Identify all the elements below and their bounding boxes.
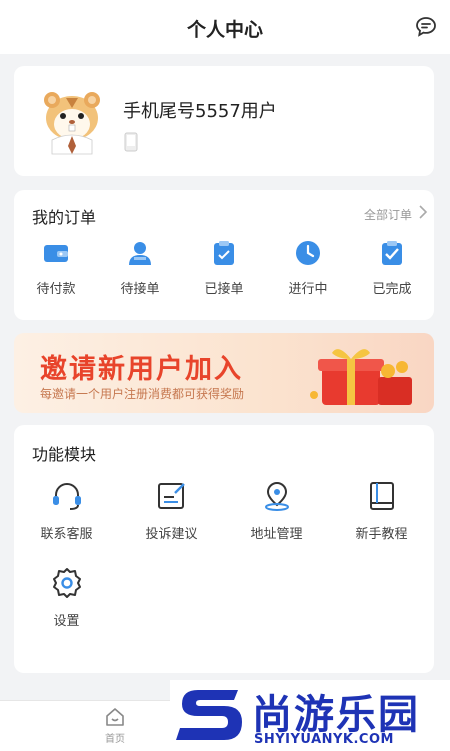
- book-icon: [369, 482, 394, 510]
- banner-subtitle: 每邀请一个用户注册消费都可获得奖励: [40, 387, 245, 401]
- order-label: 待付款: [36, 282, 76, 297]
- wallet-icon: [44, 245, 68, 262]
- headset-icon: [52, 483, 81, 510]
- top-header: 个人中心: [0, 0, 450, 54]
- chevron-right-icon[interactable]: [418, 204, 428, 220]
- home-icon: [106, 708, 124, 726]
- module-label: 地址管理: [250, 527, 303, 542]
- location-pin-icon: [264, 481, 289, 511]
- order-label: 待接单: [120, 282, 160, 297]
- modules-title: 功能模块: [32, 445, 97, 464]
- gear-icon: [52, 568, 81, 598]
- username: 手机尾号5557用户: [123, 101, 277, 122]
- order-label: 已接单: [204, 282, 244, 297]
- check-clipboard-icon: [382, 241, 402, 265]
- tab-home[interactable]: 首页: [95, 706, 135, 745]
- phone-icon: [124, 132, 138, 152]
- hamster-avatar[interactable]: [38, 86, 106, 156]
- module-label: 联系客服: [40, 527, 93, 542]
- banner-title: 邀请新用户加入: [40, 354, 243, 385]
- module-label: 新手教程: [355, 527, 408, 542]
- order-pending-payment[interactable]: 待付款: [14, 238, 98, 297]
- module-address[interactable]: 地址管理: [224, 479, 329, 542]
- order-label: 已完成: [372, 282, 412, 297]
- order-accepted[interactable]: 已接单: [182, 238, 266, 297]
- order-label: 进行中: [288, 282, 328, 297]
- module-settings[interactable]: 设置: [14, 566, 119, 629]
- tab-home-label: 首页: [105, 734, 125, 745]
- clock-icon: [296, 241, 320, 265]
- module-customer-service[interactable]: 联系客服: [14, 479, 119, 542]
- gift-box-icon: [310, 349, 412, 405]
- order-completed[interactable]: 已完成: [350, 238, 434, 297]
- watermark: 尚游乐园 SHYIYUANYK.COM: [170, 680, 450, 750]
- watermark-logo: [176, 690, 242, 740]
- profile-card[interactable]: 手机尾号5557用户: [14, 66, 434, 176]
- orders-title: 我的订单: [32, 208, 97, 227]
- module-label: 投诉建议: [145, 527, 198, 542]
- orders-card: 我的订单 全部订单 待付款 待接单 已接单 进行中 已完成: [14, 190, 434, 320]
- chat-bubble-icon[interactable]: [414, 15, 438, 39]
- order-in-progress[interactable]: 进行中: [266, 238, 350, 297]
- page-title: 个人中心: [186, 19, 263, 41]
- all-orders-link[interactable]: 全部订单: [364, 206, 412, 223]
- invite-banner[interactable]: 邀请新用户加入 每邀请一个用户注册消费都可获得奖励: [14, 333, 434, 413]
- module-label: 设置: [53, 614, 80, 629]
- person-icon: [129, 242, 151, 265]
- module-complaint[interactable]: 投诉建议: [119, 479, 224, 542]
- watermark-url: SHYIYUANYK.COM: [254, 732, 394, 747]
- edit-note-icon: [157, 483, 185, 509]
- clipboard-icon: [214, 241, 234, 265]
- module-tutorial[interactable]: 新手教程: [329, 479, 434, 542]
- order-pending-accept[interactable]: 待接单: [98, 238, 182, 297]
- modules-card: 功能模块 联系客服 投诉建议 地址管理 新手教程 设置: [14, 425, 434, 673]
